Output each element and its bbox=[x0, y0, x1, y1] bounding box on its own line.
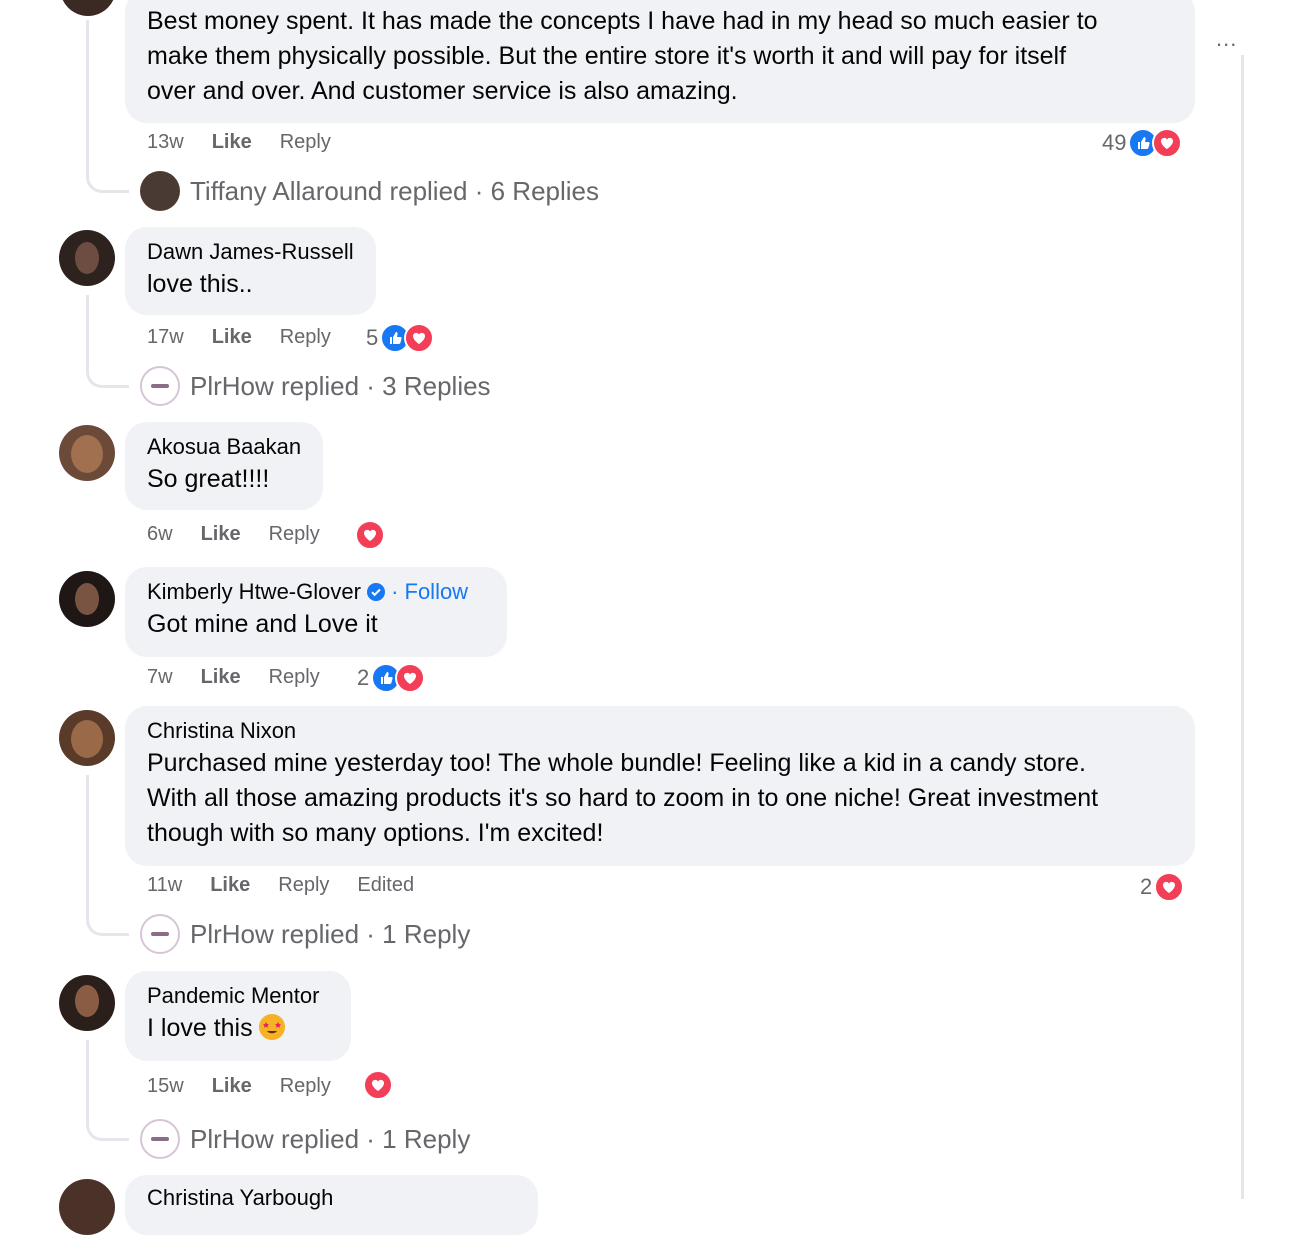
comment-bubble: Best money spent. It has made the concep… bbox=[125, 0, 1195, 123]
verified-badge-icon bbox=[366, 583, 385, 601]
comment-author[interactable]: Pandemic Mentor bbox=[147, 981, 329, 1011]
star-struck-emoji-icon bbox=[258, 1014, 285, 1040]
thread-curve bbox=[86, 911, 129, 936]
comment-author[interactable]: Kimberly Htwe-Glover · Follow bbox=[147, 577, 485, 607]
thread-curve bbox=[86, 1116, 129, 1141]
comment-bubble: Kimberly Htwe-Glover · Follow Got mine a… bbox=[125, 567, 507, 657]
avatar bbox=[140, 171, 180, 211]
like-button[interactable]: Like bbox=[212, 1075, 252, 1098]
comment-bubble: Christina Nixon Purchased mine yesterday… bbox=[125, 706, 1195, 866]
reaction-summary[interactable] bbox=[355, 520, 385, 550]
view-replies-link[interactable]: PlrHow replied · 1 Reply bbox=[140, 914, 470, 954]
comment-meta: 7w Like Reply bbox=[147, 666, 348, 689]
reaction-count: 49 bbox=[1102, 130, 1127, 155]
timestamp[interactable]: 13w bbox=[147, 131, 184, 154]
thread-line bbox=[86, 295, 89, 365]
reply-button[interactable]: Reply bbox=[269, 523, 320, 546]
comment-bubble: Dawn James-Russell love this.. bbox=[125, 227, 376, 315]
thread-line bbox=[86, 1040, 89, 1118]
love-reaction-icon bbox=[355, 520, 385, 550]
comment-author[interactable]: Christina Nixon bbox=[147, 716, 1173, 746]
replies-label: Tiffany Allaround replied · 6 Replies bbox=[190, 175, 600, 206]
love-reaction-icon bbox=[1154, 872, 1185, 902]
like-button[interactable]: Like bbox=[201, 523, 241, 546]
comment-text-body: I love this bbox=[147, 1014, 253, 1042]
comment-text: make them physically possible. But the e… bbox=[147, 42, 1067, 70]
comment-author[interactable]: Christina Yarbough bbox=[147, 1183, 516, 1213]
avatar[interactable] bbox=[59, 975, 115, 1031]
comment-text: So great!!!! bbox=[147, 465, 270, 493]
reply-button[interactable]: Reply bbox=[278, 874, 329, 897]
comment-author[interactable]: Akosua Baakan bbox=[147, 432, 301, 462]
comment-author[interactable]: Dawn James-Russell bbox=[147, 237, 354, 267]
thread-curve bbox=[86, 168, 129, 193]
reaction-count: 5 bbox=[366, 325, 379, 350]
plrhow-logo-icon bbox=[140, 366, 180, 406]
like-button[interactable]: Like bbox=[212, 326, 252, 349]
comment-text: With all those amazing products it's so … bbox=[147, 784, 1099, 812]
reaction-summary[interactable]: 2 bbox=[1140, 872, 1185, 902]
timestamp[interactable]: 15w bbox=[147, 1075, 184, 1098]
comment-meta: 11w Like Reply Edited bbox=[147, 874, 442, 897]
plrhow-logo-icon bbox=[140, 1119, 180, 1159]
comment-meta: 15w Like Reply bbox=[147, 1075, 359, 1098]
comment-meta: 6w Like Reply bbox=[147, 523, 348, 546]
comment-bubble: Pandemic Mentor I love this bbox=[125, 971, 351, 1061]
comment-text: Purchased mine yesterday too! The whole … bbox=[147, 749, 1086, 777]
author-name[interactable]: Kimberly Htwe-Glover bbox=[147, 579, 361, 604]
comment-text: Best money spent. It has made the concep… bbox=[147, 7, 1098, 35]
plrhow-logo-icon bbox=[140, 914, 180, 954]
comment-bubble: Christina Yarbough bbox=[125, 1175, 538, 1235]
love-reaction-icon bbox=[363, 1070, 393, 1100]
reaction-count: 2 bbox=[1140, 874, 1153, 899]
timestamp[interactable]: 7w bbox=[147, 666, 173, 689]
reply-button[interactable]: Reply bbox=[269, 666, 320, 689]
edited-label: Edited bbox=[357, 874, 415, 896]
avatar[interactable] bbox=[60, 0, 116, 16]
reaction-summary[interactable]: 49 bbox=[1102, 128, 1183, 158]
avatar[interactable] bbox=[59, 425, 115, 481]
comment-text: love this.. bbox=[147, 270, 253, 298]
comment-meta: 17w Like Reply bbox=[147, 326, 359, 349]
like-button[interactable]: Like bbox=[201, 666, 241, 689]
comment-text: over and over. And customer service is a… bbox=[147, 77, 738, 105]
replies-label: PlrHow replied · 3 Replies bbox=[190, 370, 491, 401]
view-replies-link[interactable]: PlrHow replied · 1 Reply bbox=[140, 1119, 470, 1159]
more-options-icon[interactable]: ... bbox=[1216, 26, 1237, 52]
reaction-count: 2 bbox=[357, 665, 370, 690]
reply-button[interactable]: Reply bbox=[280, 1075, 331, 1098]
thread-line bbox=[86, 775, 89, 913]
timestamp[interactable]: 6w bbox=[147, 523, 173, 546]
replies-label: PlrHow replied · 1 Reply bbox=[190, 1123, 471, 1154]
love-reaction-icon bbox=[404, 323, 435, 353]
view-replies-link[interactable]: PlrHow replied · 3 Replies bbox=[140, 366, 491, 406]
comment-text: Got mine and Love it bbox=[147, 610, 378, 638]
avatar[interactable] bbox=[59, 1179, 115, 1235]
like-button[interactable]: Like bbox=[212, 131, 252, 154]
reaction-summary[interactable] bbox=[363, 1070, 393, 1100]
follow-button[interactable]: · Follow bbox=[391, 579, 468, 604]
reply-button[interactable]: Reply bbox=[280, 131, 331, 154]
comment-text: though with so many options. I'm excited… bbox=[147, 819, 604, 847]
comment-text: I love this bbox=[147, 1011, 329, 1046]
avatar[interactable] bbox=[59, 571, 115, 627]
avatar[interactable] bbox=[59, 230, 115, 286]
view-replies-link[interactable]: Tiffany Allaround replied · 6 Replies bbox=[140, 171, 599, 211]
avatar[interactable] bbox=[59, 710, 115, 766]
scrollbar[interactable] bbox=[1241, 55, 1244, 1199]
reply-button[interactable]: Reply bbox=[280, 326, 331, 349]
replies-label: PlrHow replied · 1 Reply bbox=[190, 918, 471, 949]
like-button[interactable]: Like bbox=[210, 874, 250, 897]
comment-meta: 13w Like Reply bbox=[147, 131, 359, 154]
reaction-summary[interactable]: 2 bbox=[357, 663, 426, 693]
timestamp[interactable]: 11w bbox=[147, 874, 182, 897]
reaction-summary[interactable]: 5 bbox=[366, 323, 435, 353]
thread-curve bbox=[86, 363, 129, 388]
comment-bubble: Akosua Baakan So great!!!! bbox=[125, 422, 323, 510]
timestamp[interactable]: 17w bbox=[147, 326, 184, 349]
love-reaction-icon bbox=[395, 663, 426, 693]
thread-line bbox=[86, 20, 89, 170]
love-reaction-icon bbox=[1152, 128, 1183, 158]
